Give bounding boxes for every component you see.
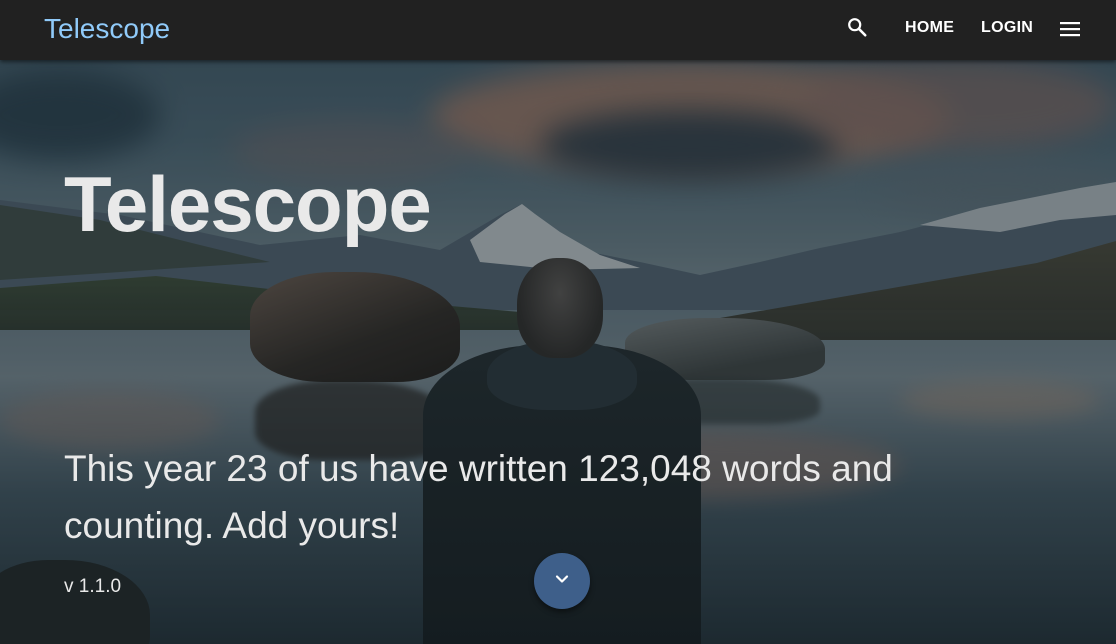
hero-stats-text: This year 23 of us have written 123,048 … bbox=[64, 448, 893, 546]
menu-icon[interactable] bbox=[1059, 18, 1081, 40]
nav-home-link[interactable]: HOME bbox=[905, 19, 954, 37]
nav-login-link[interactable]: LOGIN bbox=[981, 19, 1033, 37]
hero-title: Telescope bbox=[64, 160, 432, 248]
chevron-down-icon bbox=[554, 571, 570, 592]
scroll-down-button[interactable] bbox=[534, 553, 590, 609]
app-bar: Telescope HOME LOGIN bbox=[0, 0, 1116, 60]
brand-logo[interactable]: Telescope bbox=[44, 12, 170, 46]
search-icon[interactable] bbox=[846, 16, 868, 38]
version-label: v 1.1.0 bbox=[64, 576, 122, 597]
